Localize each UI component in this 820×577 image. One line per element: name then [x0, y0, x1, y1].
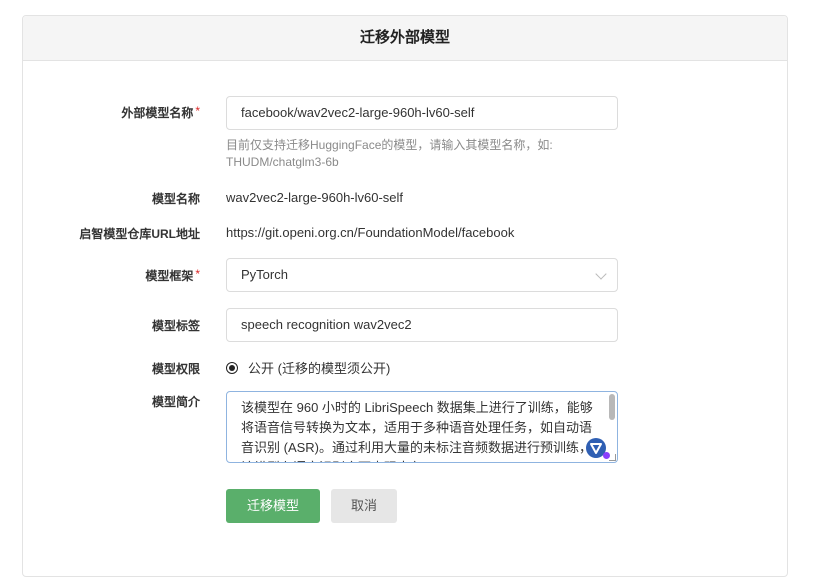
- tags-input[interactable]: speech recognition wav2vec2: [226, 308, 618, 342]
- model-name-label: 模型名称: [151, 192, 200, 206]
- framework-label-text: 模型框架: [145, 269, 194, 283]
- cancel-button[interactable]: 取消: [331, 489, 397, 523]
- permission-option-label: 公开 (迁移的模型须公开): [248, 361, 391, 376]
- permission-label: 模型权限: [151, 362, 200, 376]
- framework-selected-value: PyTorch: [241, 267, 288, 282]
- radio-checked-icon: [226, 361, 238, 374]
- repo-url-label: 启智模型仓库URL地址: [79, 227, 200, 241]
- tags-label: 模型标签: [151, 319, 200, 333]
- resize-handle-icon[interactable]: [609, 454, 616, 461]
- migrate-model-button[interactable]: 迁移模型: [226, 489, 320, 523]
- description-textarea[interactable]: 该模型在 960 小时的 LibriSpeech 数据集上进行了训练，能够将语音…: [226, 391, 618, 463]
- description-label: 模型简介: [151, 395, 200, 409]
- chevron-down-icon: [595, 268, 607, 280]
- external-name-input[interactable]: facebook/wav2vec2-large-960h-lv60-self: [226, 96, 618, 130]
- permission-public-radio[interactable]: 公开 (迁移的模型须公开): [226, 358, 390, 377]
- description-text: 该模型在 960 小时的 LibriSpeech 数据集上进行了训练，能够将语音…: [241, 400, 593, 462]
- model-name-value: wav2vec2-large-960h-lv60-self: [226, 190, 404, 205]
- external-name-hint: 目前仅支持迁移HuggingFace的模型，请输入其模型名称，如: THUDM/…: [226, 138, 553, 169]
- external-name-label: 外部模型名称 *: [22, 104, 200, 121]
- repo-url-value: https://git.openi.org.cn/FoundationModel…: [226, 225, 515, 240]
- required-mark: *: [195, 104, 200, 118]
- dialog-title: 迁移外部模型: [23, 16, 787, 61]
- assistant-badge-icon: [603, 452, 610, 459]
- framework-select[interactable]: PyTorch: [226, 258, 618, 292]
- textarea-scrollbar[interactable]: [609, 394, 615, 420]
- framework-label: 模型框架 *: [22, 267, 200, 284]
- external-name-label-text: 外部模型名称: [121, 106, 194, 120]
- required-mark: *: [195, 267, 200, 281]
